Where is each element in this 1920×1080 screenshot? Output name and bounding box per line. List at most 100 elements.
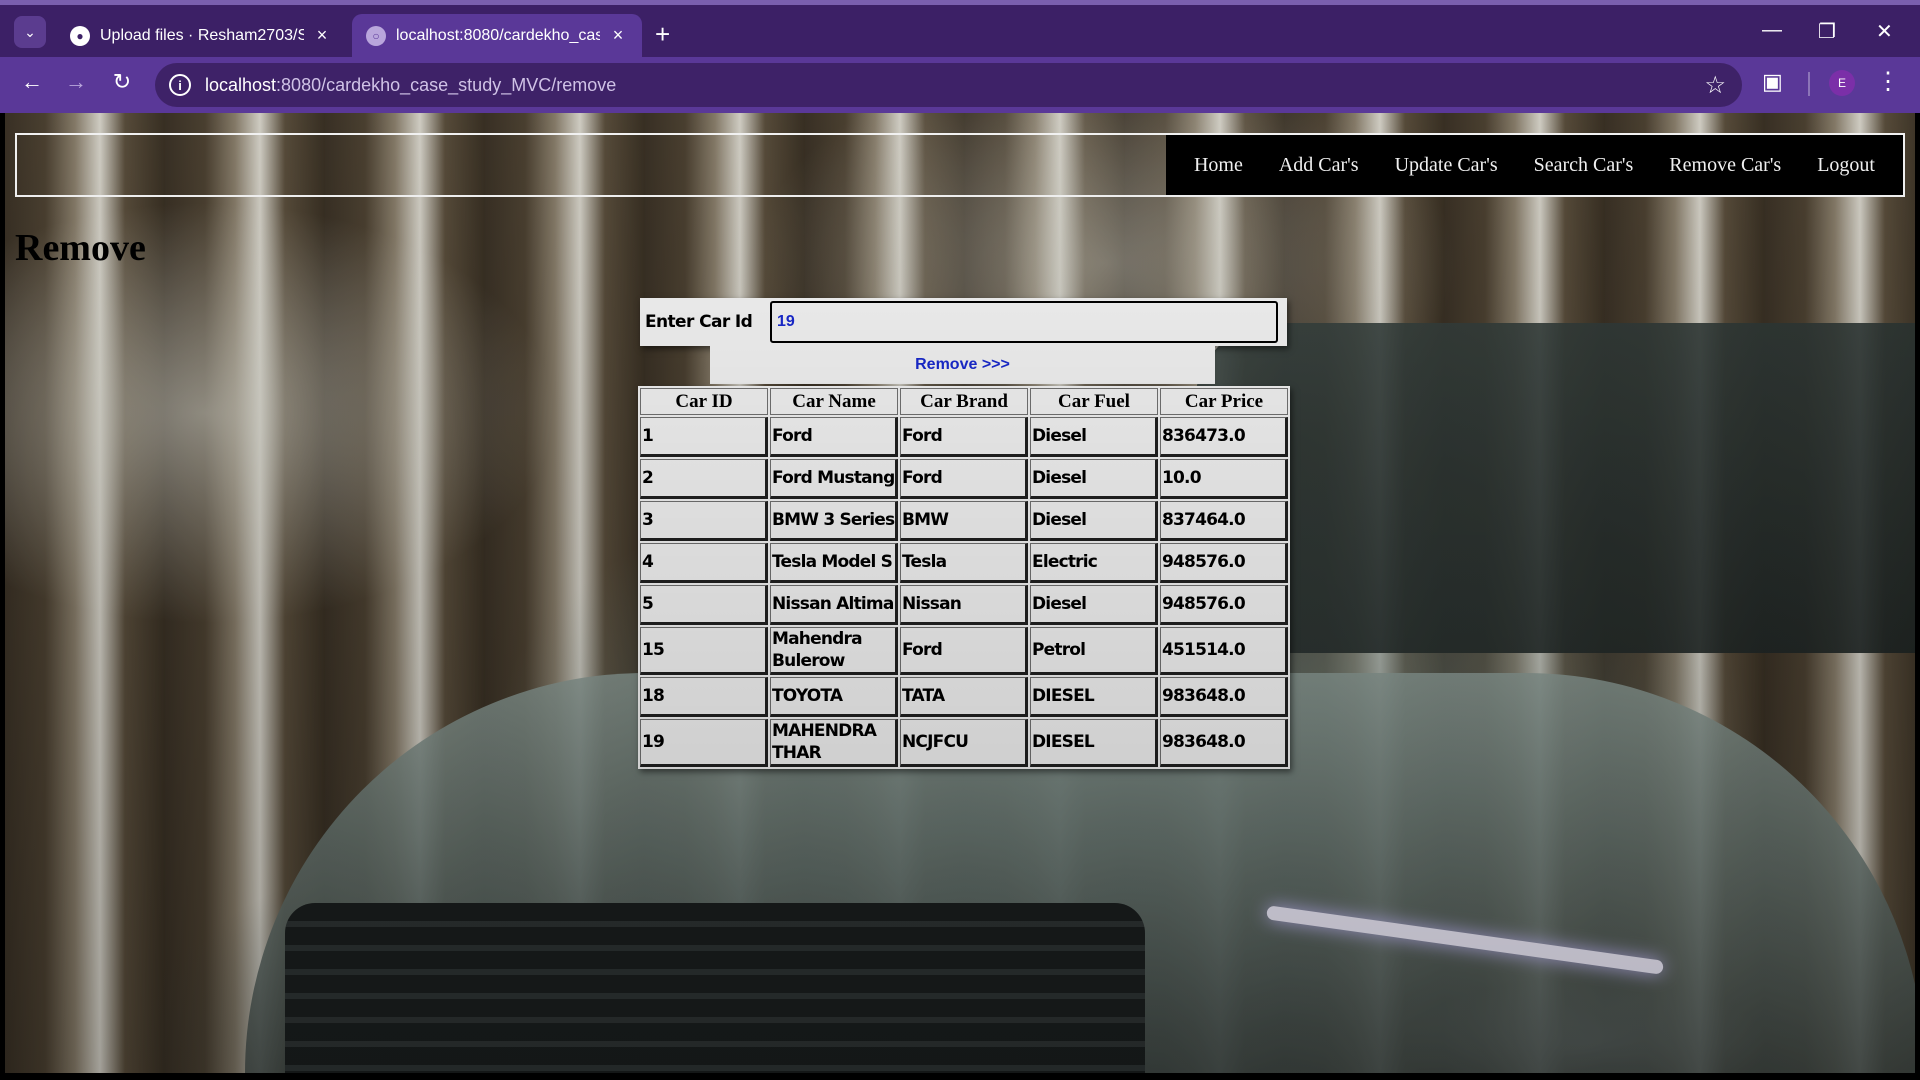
- car-id-input[interactable]: [770, 301, 1278, 343]
- reload-icon[interactable]: ↻: [106, 69, 138, 95]
- cell-car-fuel: DIESEL: [1030, 719, 1158, 767]
- cell-car-price: 836473.0: [1160, 417, 1288, 457]
- remove-button[interactable]: Remove >>>: [915, 356, 1010, 374]
- cell-car-price: 948576.0: [1160, 543, 1288, 583]
- toolbar-divider: [1808, 72, 1810, 96]
- nav-menu: Home Add Car's Update Car's Search Car's…: [1165, 135, 1903, 195]
- table-row: 3 BMW 3 Series BMW Diesel 837464.0: [640, 501, 1288, 541]
- cell-car-brand: TATA: [900, 677, 1028, 717]
- site-navbar: Home Add Car's Update Car's Search Car's…: [15, 133, 1905, 197]
- close-tab-icon[interactable]: ×: [312, 25, 332, 46]
- cell-car-name: BMW 3 Series: [770, 501, 898, 541]
- tab-localhost[interactable]: ○ localhost:8080/cardekho_case_ ×: [352, 14, 642, 57]
- submit-row: Remove >>>: [710, 346, 1215, 384]
- cell-car-id: 18: [640, 677, 768, 717]
- car-id-form-row: Enter Car Id: [640, 298, 1287, 346]
- tab-title: localhost:8080/cardekho_case_: [396, 26, 600, 44]
- cell-car-brand: Tesla: [900, 543, 1028, 583]
- nav-update-cars-link[interactable]: Update Car's: [1377, 154, 1516, 177]
- table-row: 18 TOYOTA TATA DIESEL 983648.0: [640, 677, 1288, 717]
- tab-strip: ⌄ ● Upload files · Resham2703/Spr × ○ lo…: [0, 5, 1920, 57]
- cell-car-price: 837464.0: [1160, 501, 1288, 541]
- cell-car-fuel: Diesel: [1030, 459, 1158, 499]
- cell-car-name: Tesla Model S: [770, 543, 898, 583]
- menu-icon[interactable]: ⋮: [1876, 67, 1900, 96]
- background-photo-windshield: [1195, 323, 1915, 653]
- new-tab-icon[interactable]: +: [655, 21, 670, 47]
- cell-car-brand: Ford: [900, 417, 1028, 457]
- table-row: 2 Ford Mustang Ford Diesel 10.0: [640, 459, 1288, 499]
- car-id-label: Enter Car Id: [645, 312, 753, 332]
- cell-car-brand: Nissan: [900, 585, 1028, 625]
- header-car-id: Car ID: [640, 388, 768, 415]
- close-tab-icon[interactable]: ×: [608, 25, 628, 46]
- tab-upload-files[interactable]: ● Upload files · Resham2703/Spr ×: [56, 14, 346, 57]
- restore-icon[interactable]: ❐: [1818, 19, 1836, 44]
- cell-car-id: 1: [640, 417, 768, 457]
- table-row: 5 Nissan Altima Nissan Diesel 948576.0: [640, 585, 1288, 625]
- bookmark-star-icon[interactable]: ☆: [1704, 71, 1726, 100]
- tab-search-icon[interactable]: ⌄: [14, 16, 46, 48]
- address-bar[interactable]: i localhost:8080/cardekho_case_study_MVC…: [155, 63, 1742, 107]
- extensions-icon[interactable]: ▣: [1762, 69, 1783, 95]
- table-header-row: Car ID Car Name Car Brand Car Fuel Car P…: [640, 388, 1288, 415]
- site-info-icon[interactable]: i: [169, 74, 191, 96]
- background-photo-grille: [285, 903, 1145, 1073]
- cell-car-id: 15: [640, 627, 768, 675]
- cell-car-price: 983648.0: [1160, 719, 1288, 767]
- table-row: 4 Tesla Model S Tesla Electric 948576.0: [640, 543, 1288, 583]
- forward-icon[interactable]: →: [60, 69, 92, 95]
- cell-car-name: MAHENDRA THAR: [770, 719, 898, 767]
- cell-car-price: 983648.0: [1160, 677, 1288, 717]
- url-path: :8080/cardekho_case_study_MVC/remove: [276, 74, 617, 95]
- cell-car-id: 3: [640, 501, 768, 541]
- header-car-brand: Car Brand: [900, 388, 1028, 415]
- table-row: 15 Mahendra Bulerow Ford Petrol 451514.0: [640, 627, 1288, 675]
- url-host: localhost: [205, 74, 277, 95]
- cell-car-brand: BMW: [900, 501, 1028, 541]
- cell-car-id: 2: [640, 459, 768, 499]
- profile-avatar[interactable]: E: [1829, 70, 1855, 96]
- url-text[interactable]: localhost:8080/cardekho_case_study_MVC/r…: [205, 75, 616, 96]
- nav-remove-cars-link[interactable]: Remove Car's: [1651, 154, 1799, 177]
- minimize-icon[interactable]: —: [1762, 19, 1782, 42]
- cell-car-price: 10.0: [1160, 459, 1288, 499]
- cell-car-price: 948576.0: [1160, 585, 1288, 625]
- globe-icon: ○: [366, 25, 386, 46]
- cars-table: Car ID Car Name Car Brand Car Fuel Car P…: [638, 386, 1290, 769]
- nav-logout-link[interactable]: Logout: [1799, 154, 1893, 177]
- cell-car-fuel: Diesel: [1030, 585, 1158, 625]
- nav-search-cars-link[interactable]: Search Car's: [1516, 154, 1652, 177]
- cell-car-name: Ford Mustang: [770, 459, 898, 499]
- cell-car-fuel: Diesel: [1030, 417, 1158, 457]
- table-row: 19 MAHENDRA THAR NCJFCU DIESEL 983648.0: [640, 719, 1288, 767]
- close-window-icon[interactable]: ✕: [1876, 19, 1893, 44]
- header-car-name: Car Name: [770, 388, 898, 415]
- browser-chrome: ⌄ ● Upload files · Resham2703/Spr × ○ lo…: [0, 0, 1920, 113]
- cell-car-brand: Ford: [900, 459, 1028, 499]
- cell-car-brand: Ford: [900, 627, 1028, 675]
- cell-car-name: Ford: [770, 417, 898, 457]
- nav-add-cars-link[interactable]: Add Car's: [1261, 154, 1377, 177]
- header-car-fuel: Car Fuel: [1030, 388, 1158, 415]
- page-viewport: Home Add Car's Update Car's Search Car's…: [5, 113, 1915, 1073]
- cell-car-fuel: DIESEL: [1030, 677, 1158, 717]
- browser-toolbar: ← → ↻ i localhost:8080/cardekho_case_stu…: [0, 57, 1920, 113]
- header-car-price: Car Price: [1160, 388, 1288, 415]
- cell-car-name: TOYOTA: [770, 677, 898, 717]
- cell-car-name: Nissan Altima: [770, 585, 898, 625]
- cell-car-fuel: Electric: [1030, 543, 1158, 583]
- back-icon[interactable]: ←: [16, 69, 48, 95]
- github-icon: ●: [70, 25, 90, 46]
- cell-car-id: 19: [640, 719, 768, 767]
- cell-car-id: 4: [640, 543, 768, 583]
- cell-car-name: Mahendra Bulerow: [770, 627, 898, 675]
- nav-home-link[interactable]: Home: [1176, 154, 1261, 177]
- cell-car-fuel: Diesel: [1030, 501, 1158, 541]
- tab-title: Upload files · Resham2703/Spr: [100, 26, 304, 44]
- cell-car-fuel: Petrol: [1030, 627, 1158, 675]
- cell-car-price: 451514.0: [1160, 627, 1288, 675]
- page-title: Remove: [15, 227, 146, 269]
- cell-car-brand: NCJFCU: [900, 719, 1028, 767]
- cell-car-id: 5: [640, 585, 768, 625]
